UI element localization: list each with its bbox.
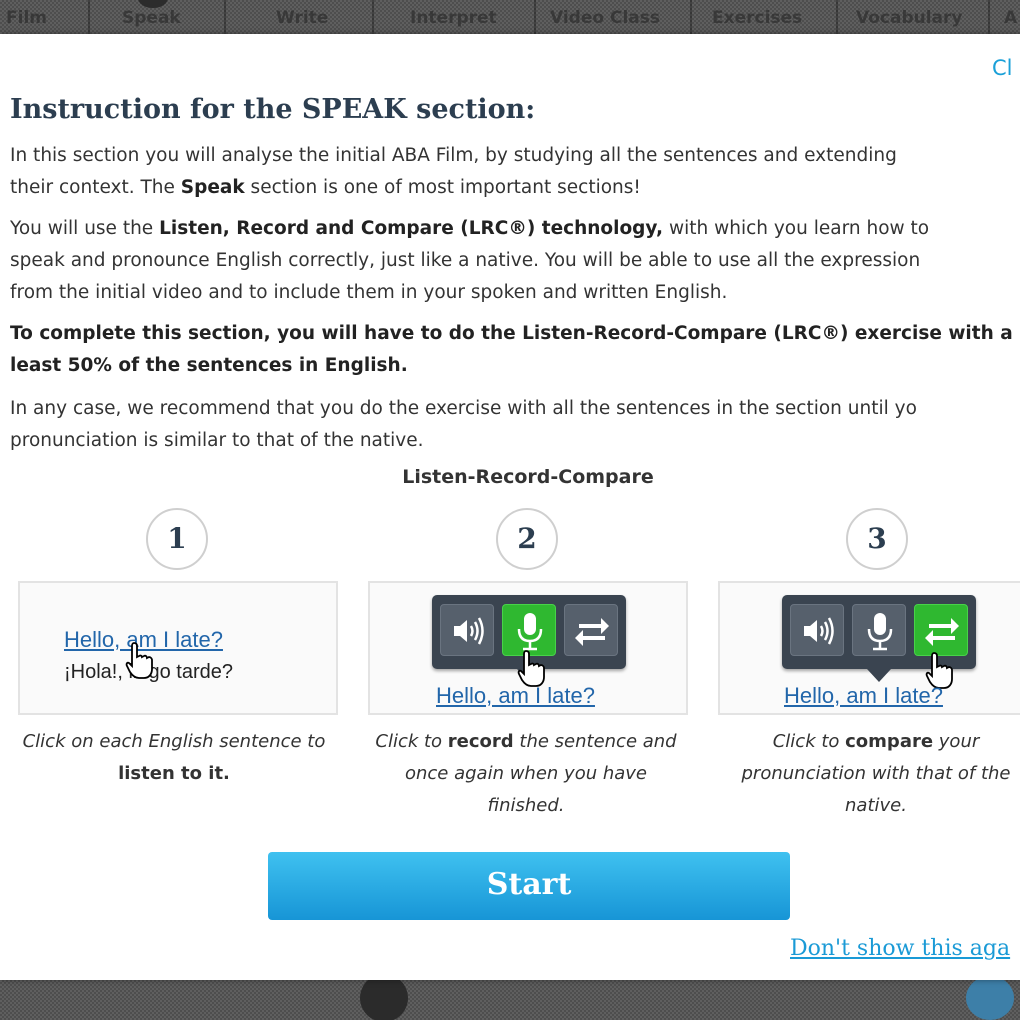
step-1-caption: Click on each English sentence to listen… [22,731,326,784]
nav-item-film[interactable]: Film [6,8,47,28]
start-button[interactable]: Start [268,852,790,920]
nav-separator [836,0,838,34]
nav-separator [224,0,226,34]
requirement-line-1: To complete this section, you will have … [10,323,1013,344]
nav-active-indicator [138,0,168,8]
speaker-icon [804,617,834,645]
nav-item-speak[interactable]: Speak [122,8,181,28]
demo-sentence-link[interactable]: Hello, am I late? [784,683,943,709]
background-control [966,976,1014,1020]
listen-button[interactable] [790,604,844,656]
compare-arrows-icon [925,618,959,646]
hand-cursor-icon [125,642,153,679]
microphone-icon [867,613,893,651]
step-3-illustration: Hello, am I late? [718,581,1020,715]
compare-button[interactable] [914,604,968,656]
speaker-icon [454,617,484,645]
lrc-heading: Listen-Record-Compare [402,466,654,488]
step-number-2: 2 [496,508,558,570]
recommendation-line-2: pronunciation is similar to that of the … [10,430,424,451]
top-navigation: Film Speak Write Interpret Video Class E… [0,0,1020,34]
intro-line-1: In this section you will analyse the ini… [10,145,897,166]
nav-item-interpret[interactable]: Interpret [410,8,497,28]
nav-separator [534,0,536,34]
compare-arrows-icon [575,618,609,646]
background-footer [0,974,1020,1020]
step-2-caption: Click to record the sentence and once ag… [375,731,677,816]
dont-show-again-link[interactable]: Don't show this aga [790,936,1010,961]
recommendation-line-1: In any case, we recommend that you do th… [10,398,917,419]
nav-separator [690,0,692,34]
nav-separator [988,0,990,34]
intro-paragraph: In this section you will analyse the ini… [10,140,1020,204]
technology-line-2: speak and pronounce English correctly, j… [10,250,921,271]
technology-paragraph: You will use the Listen, Record and Comp… [10,213,1020,309]
technology-line-3: from the initial video and to include th… [10,282,728,303]
nav-separator [88,0,90,34]
modal-title: Instruction for the SPEAK section: [10,94,536,125]
technology-line-1: You will use the Listen, Record and Comp… [10,218,930,239]
requirement-paragraph: To complete this section, you will have … [10,318,1020,382]
background-control [360,974,408,1020]
instruction-modal: Cl Instruction for the SPEAK section: In… [0,34,1020,980]
nav-item-more[interactable]: A [1004,8,1017,28]
requirement-line-2: least 50% of the sentences in English. [10,355,408,376]
compare-button[interactable] [564,604,618,656]
demo-sentence-link[interactable]: Hello, am I late? [436,683,595,709]
nav-item-write[interactable]: Write [276,8,328,28]
nav-item-vocabulary[interactable]: Vocabulary [856,8,963,28]
listen-button[interactable] [440,604,494,656]
intro-line-2: their context. The Speak section is one … [10,177,641,198]
record-button[interactable] [852,604,906,656]
nav-separator [372,0,374,34]
nav-item-exercises[interactable]: Exercises [712,8,802,28]
recommendation-paragraph: In any case, we recommend that you do th… [10,393,1020,457]
nav-item-video-class[interactable]: Video Class [550,8,660,28]
step-3-caption: Click to compare your pronunciation with… [741,731,1011,816]
step-1-illustration: Hello, am I late? ¡Hola!, llego tarde? [18,581,338,715]
close-link[interactable]: Cl [992,56,1013,80]
step-number-3: 3 [846,508,908,570]
step-2-illustration: Hello, am I late? [368,581,688,715]
step-number-1: 1 [146,508,208,570]
